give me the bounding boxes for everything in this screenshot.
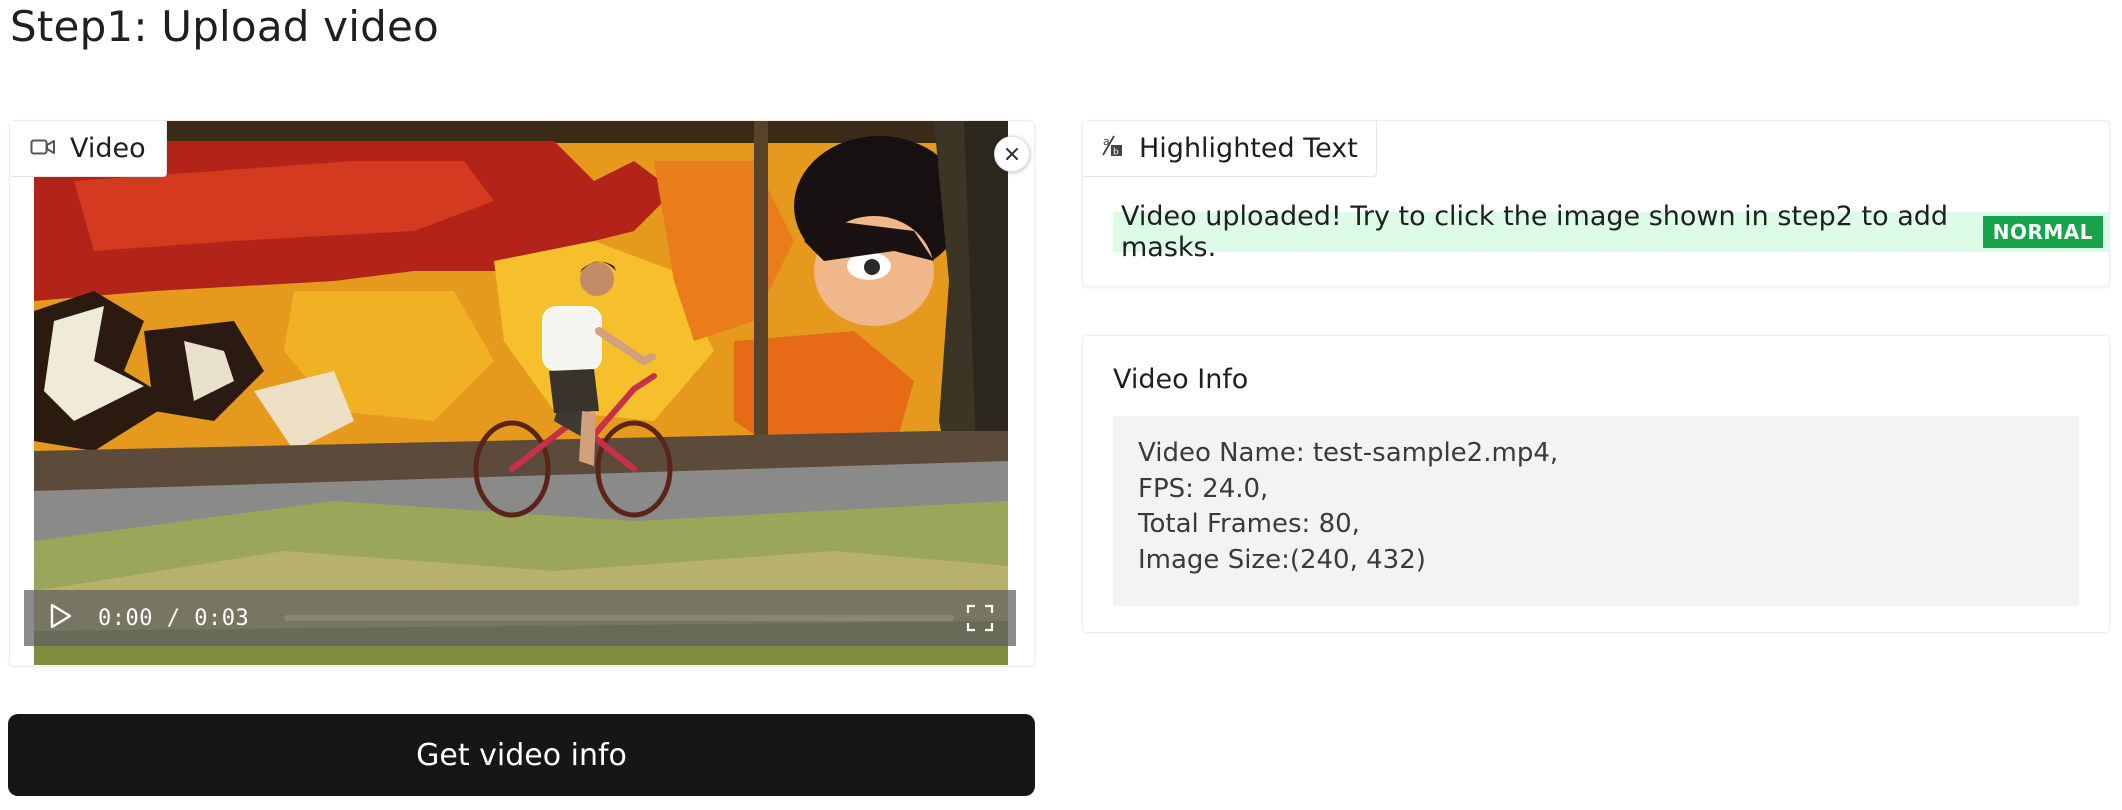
svg-text:b: b	[1113, 148, 1119, 158]
video-frame-image	[34, 121, 1008, 665]
video-player[interactable]	[34, 121, 1008, 665]
video-controls: 0:00 / 0:03	[24, 590, 1016, 646]
play-button[interactable]	[46, 602, 74, 634]
video-info-line: Total Frames: 80,	[1138, 509, 1360, 539]
highlighted-text-block: a b Highlighted Text Video uploaded! Try…	[1083, 121, 2109, 286]
status-badge: NORMAL	[1982, 216, 2103, 248]
get-video-info-button[interactable]: Get video info	[8, 714, 1035, 796]
video-info-line: Image Size:(240, 432)	[1138, 544, 1426, 575]
video-block-label-text: Video	[70, 133, 146, 164]
page: Step1: Upload video Video 0:00 / 0:03 Ge…	[0, 0, 2122, 810]
highlighted-text-label: a b Highlighted Text	[1083, 121, 1377, 177]
close-icon	[1004, 140, 1020, 168]
time-display: 0:00 / 0:03	[98, 605, 250, 631]
highlighted-text-content: Video uploaded! Try to click the image s…	[1113, 201, 2109, 263]
fullscreen-icon	[966, 604, 994, 636]
video-info-line: Video Name: test-sample2.mp4,	[1138, 438, 1559, 468]
fullscreen-button[interactable]	[966, 604, 994, 632]
video-info-textbox[interactable]: Video Name: test-sample2.mp4, FPS: 24.0,…	[1113, 416, 2079, 606]
video-upload-block: Video 0:00 / 0:03	[10, 121, 1034, 666]
video-block-label: Video	[10, 121, 167, 177]
video-info-block: Video Info Video Name: test-sample2.mp4,…	[1083, 336, 2109, 632]
highlighted-text-label-text: Highlighted Text	[1139, 133, 1358, 164]
video-camera-icon	[30, 133, 56, 164]
highlighted-message: Video uploaded! Try to click the image s…	[1121, 201, 1949, 263]
play-icon	[47, 602, 73, 634]
highlighted-text-icon: a b	[1101, 133, 1125, 164]
video-info-line: FPS: 24.0,	[1138, 473, 1269, 504]
video-info-label: Video Info	[1113, 364, 1249, 395]
page-title: Step1: Upload video	[10, 2, 439, 51]
close-button[interactable]	[994, 136, 1030, 172]
progress-bar[interactable]	[284, 615, 954, 621]
